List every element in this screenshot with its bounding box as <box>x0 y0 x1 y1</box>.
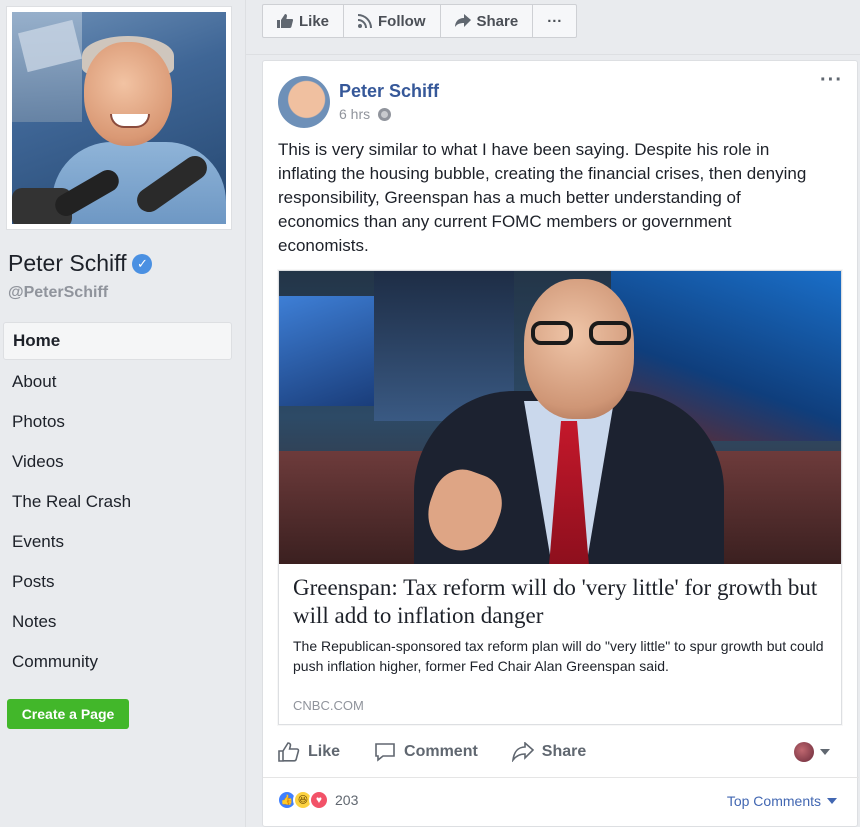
post-share-label: Share <box>541 743 587 760</box>
post-like-button[interactable]: Like <box>278 742 340 762</box>
divider <box>263 777 859 778</box>
page-share-button[interactable]: Share <box>441 5 534 37</box>
comment-sort-label: Top Comments <box>726 793 821 809</box>
post-text: This is very similar to what I have been… <box>278 140 807 255</box>
post-timestamp: 6 hrs <box>339 106 392 122</box>
page-like-button[interactable]: Like <box>263 5 345 37</box>
link-domain: CNBC.COM <box>293 698 364 713</box>
page-more-button[interactable]: ··· <box>533 5 576 37</box>
post-as-selector[interactable] <box>794 742 830 762</box>
globe-icon <box>378 107 392 121</box>
nav-item-events[interactable]: Events <box>0 522 246 562</box>
rss-icon <box>358 14 373 28</box>
chevron-down-icon <box>827 798 837 804</box>
comment-sort-dropdown[interactable]: Top Comments <box>727 793 837 809</box>
page-like-label: Like <box>299 12 330 30</box>
link-preview-image[interactable] <box>279 271 841 564</box>
nav-item-the-real-crash[interactable]: The Real Crash <box>0 482 246 522</box>
post-like-label: Like <box>308 743 341 760</box>
reactions-summary[interactable]: 👍 😆 ♥ 203 <box>277 790 358 810</box>
post-share-button[interactable]: Share <box>511 742 587 762</box>
post-time-text[interactable]: 6 hrs <box>339 106 370 122</box>
link-description: The Republican-sponsored tax reform plan… <box>293 638 824 674</box>
page-follow-button[interactable]: Follow <box>344 5 441 37</box>
chevron-down-icon <box>820 749 830 755</box>
post-action-row: Like Comment Share <box>278 735 842 769</box>
left-sidebar: Peter Schiff ✓ @PeterSchiff Home About P… <box>0 0 246 827</box>
page-share-label: Share <box>476 12 519 30</box>
link-preview-body: Greenspan: Tax reform will do 'very litt… <box>279 564 841 713</box>
profile-picture[interactable] <box>12 12 226 224</box>
comment-bubble-icon <box>375 743 395 762</box>
post-comment-label: Comment <box>404 743 478 760</box>
page-follow-label: Follow <box>378 12 426 30</box>
reaction-count[interactable]: 203 <box>335 792 358 808</box>
link-title[interactable]: Greenspan: Tax reform will do 'very litt… <box>293 574 827 630</box>
page-name-text[interactable]: Peter Schiff <box>8 250 126 277</box>
post-author-name[interactable]: Peter Schiff <box>339 81 439 102</box>
more-dots-icon: ··· <box>547 12 563 30</box>
nav-item-about[interactable]: About <box>0 362 246 402</box>
divider <box>246 54 860 55</box>
nav-item-home[interactable]: Home <box>3 322 232 360</box>
post-card: Peter Schiff 6 hrs ··· This is very simi… <box>262 60 859 827</box>
user-avatar <box>794 742 814 762</box>
thumbs-up-outline-icon <box>278 742 300 762</box>
page-nav: Home About Photos Videos The Real Crash … <box>0 322 246 682</box>
nav-item-posts[interactable]: Posts <box>0 562 246 602</box>
page-name[interactable]: Peter Schiff ✓ <box>8 250 153 277</box>
page-handle[interactable]: @PeterSchiff <box>8 284 108 302</box>
nav-item-videos[interactable]: Videos <box>0 442 246 482</box>
thumbs-up-icon <box>277 14 293 28</box>
verified-badge-icon: ✓ <box>132 253 153 274</box>
share-arrow-icon <box>454 14 471 27</box>
post-comment-button[interactable]: Comment <box>374 742 478 762</box>
post-options-button[interactable]: ··· <box>820 70 843 90</box>
share-arrow-outline-icon <box>511 742 534 762</box>
page-action-bar: Like Follow Share ··· <box>262 4 578 38</box>
profile-picture-frame[interactable] <box>6 6 232 230</box>
nav-item-notes[interactable]: Notes <box>0 602 246 642</box>
link-preview-card[interactable]: Greenspan: Tax reform will do 'very litt… <box>278 270 842 725</box>
nav-item-photos[interactable]: Photos <box>0 402 246 442</box>
create-page-button[interactable]: Create a Page <box>7 699 129 729</box>
post-author-avatar[interactable] <box>278 76 330 128</box>
nav-item-community[interactable]: Community <box>0 642 246 682</box>
love-reaction-icon: ♥ <box>309 790 329 810</box>
